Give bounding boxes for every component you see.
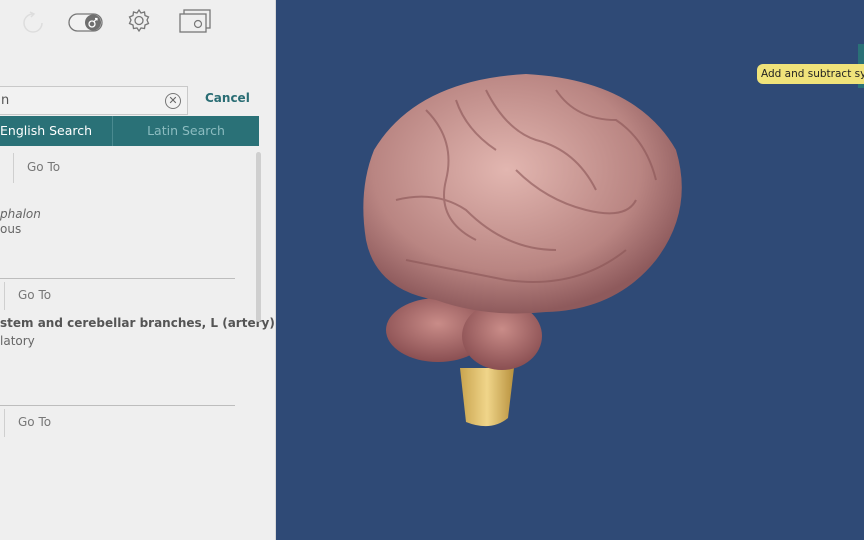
sex-toggle-male-icon[interactable] xyxy=(68,12,104,34)
tab-english-search[interactable]: English Search xyxy=(0,116,113,146)
result-system: ous xyxy=(0,222,22,236)
cancel-button[interactable]: Cancel xyxy=(205,91,250,105)
result-system: latory xyxy=(0,334,35,348)
divider xyxy=(0,278,235,279)
divider xyxy=(4,409,5,437)
search-input[interactable]: n ✕ xyxy=(0,86,188,115)
result-title[interactable]: phalon xyxy=(0,207,41,221)
goto-button[interactable]: Go To xyxy=(18,415,51,429)
systems-tooltip: Add and subtract systems xyxy=(757,64,864,84)
search-language-tabs: English Search Latin Search xyxy=(0,116,259,146)
divider xyxy=(4,282,5,310)
clear-search-icon[interactable]: ✕ xyxy=(165,93,181,109)
screens-icon[interactable] xyxy=(178,8,212,36)
divider xyxy=(13,153,14,183)
tab-latin-search[interactable]: Latin Search xyxy=(113,116,259,146)
reset-icon[interactable] xyxy=(21,11,45,35)
divider xyxy=(0,405,235,406)
gear-icon[interactable] xyxy=(126,8,152,34)
goto-button[interactable]: Go To xyxy=(18,288,51,302)
result-title[interactable]: stem and cerebellar branches, L (artery) xyxy=(0,316,275,330)
results-scrollbar[interactable] xyxy=(256,152,261,322)
search-panel: n ✕ Cancel English Search Latin Search G… xyxy=(0,0,276,540)
goto-button[interactable]: Go To xyxy=(27,160,60,174)
cerebrum[interactable] xyxy=(363,74,682,314)
brainstem[interactable] xyxy=(460,368,514,427)
search-value: n xyxy=(1,93,10,108)
